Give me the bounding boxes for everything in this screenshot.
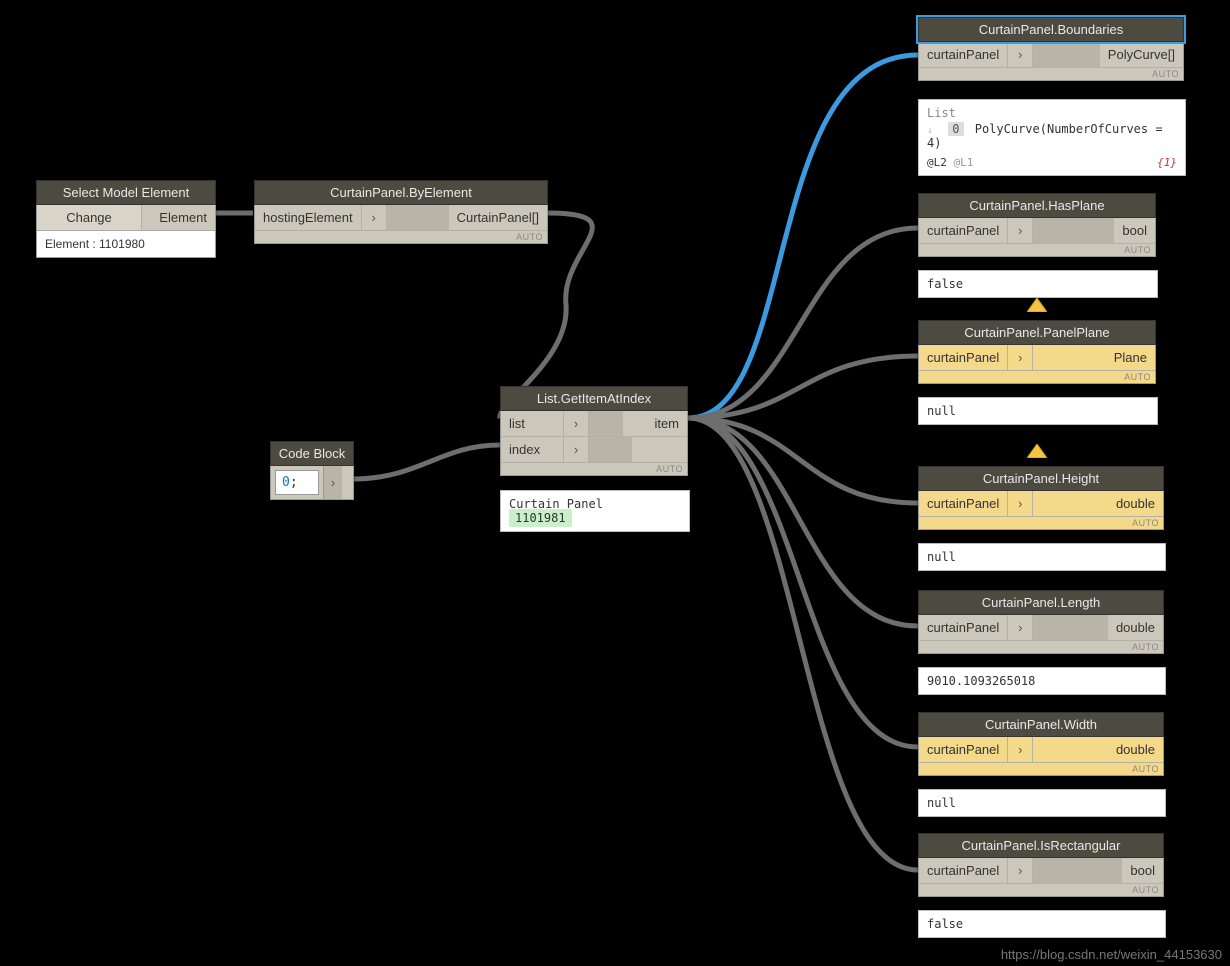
node-title: CurtainPanel.HasPlane [918,193,1156,218]
node-curtainpanel-byelement[interactable]: CurtainPanel.ByElement hostingElement › … [254,180,548,244]
preview-width: null [918,789,1166,817]
spacer [589,437,632,462]
node-title: CurtainPanel.ByElement [254,180,548,205]
output-port-plane[interactable]: Plane [1106,345,1155,370]
preview-panelplane: null [918,397,1158,425]
node-curtainpanel-panelplane[interactable]: CurtainPanel.PanelPlane curtainPanel › P… [918,320,1156,384]
preview-hasplane: false [918,270,1158,298]
lacing-auto: AUTO [919,883,1163,896]
chevron-right-icon[interactable]: › [564,411,589,436]
preview-list-head: List [927,106,1177,120]
input-port-list[interactable]: list [501,411,564,436]
spacer [387,205,449,230]
input-port-curtainpanel[interactable]: curtainPanel [919,42,1008,67]
output-port-double[interactable]: double [1108,615,1163,640]
node-title: CurtainPanel.PanelPlane [918,320,1156,345]
input-port-curtainpanel[interactable]: curtainPanel [919,615,1008,640]
input-port-curtainpanel[interactable]: curtainPanel [919,491,1008,516]
preview-height: null [918,543,1166,571]
node-title: List.GetItemAtIndex [500,386,688,411]
node-title: CurtainPanel.IsRectangular [918,833,1164,858]
node-curtainpanel-boundaries[interactable]: CurtainPanel.Boundaries curtainPanel › P… [918,17,1184,81]
warning-icon [1027,298,1047,312]
level-l1: @L1 [954,156,974,169]
chevron-right-icon[interactable]: › [1008,491,1033,516]
node-curtainpanel-isrectangular[interactable]: CurtainPanel.IsRectangular curtainPanel … [918,833,1164,897]
output-port-element[interactable]: Element [142,205,215,230]
code-input[interactable]: 0; [275,470,319,495]
lacing-auto: AUTO [255,230,547,243]
node-title: CurtainPanel.Width [918,712,1164,737]
chevron-right-icon[interactable]: › [1008,218,1033,243]
node-title: CurtainPanel.Height [918,466,1164,491]
chevron-right-icon[interactable]: › [362,205,387,230]
input-port-index[interactable]: index [501,437,564,462]
lacing-auto: AUTO [919,516,1163,529]
element-info: Element : 1101980 [37,230,215,257]
node-list-getitematindex[interactable]: List.GetItemAtIndex list › item index › … [500,386,688,476]
preview-getitem: Curtain Panel 1101981 [500,490,690,532]
lacing-auto: AUTO [919,243,1155,256]
output-port-curtainpanel[interactable]: CurtainPanel[] [449,205,547,230]
node-code-block[interactable]: Code Block 0; › [270,441,354,500]
list-index: 0 [948,122,963,136]
output-port-bool[interactable]: bool [1122,858,1163,883]
chevron-right-icon[interactable]: › [1008,345,1033,370]
node-title: CurtainPanel.Length [918,590,1164,615]
preview-boundaries: List ↓ 0 PolyCurve(NumberOfCurves = 4) @… [918,99,1186,176]
output-port-double[interactable]: double [1108,737,1163,762]
level-l2: @L2 [927,156,947,169]
node-curtainpanel-hasplane[interactable]: CurtainPanel.HasPlane curtainPanel › boo… [918,193,1156,257]
output-port-bool[interactable]: bool [1114,218,1155,243]
chevron-right-icon[interactable]: › [564,437,589,462]
list-count: {1} [1157,156,1177,169]
watermark: https://blog.csdn.net/weixin_44153630 [1001,947,1222,962]
change-button[interactable]: Change [37,205,142,230]
preview-length: 9010.1093265018 [918,667,1166,695]
node-title: Code Block [270,441,354,466]
output-port[interactable]: › [323,466,342,499]
input-port-curtainpanel[interactable]: curtainPanel [919,345,1008,370]
node-curtainpanel-length[interactable]: CurtainPanel.Length curtainPanel › doubl… [918,590,1164,654]
node-title: CurtainPanel.Boundaries [918,17,1184,42]
preview-isrect: false [918,910,1166,938]
spacer [589,411,623,436]
chevron-right-icon[interactable]: › [1008,42,1033,67]
tree-arrow-icon: ↓ [927,125,933,136]
lacing-auto: AUTO [501,462,687,475]
node-curtainpanel-height[interactable]: CurtainPanel.Height curtainPanel › doubl… [918,466,1164,530]
output-port-polycurve[interactable]: PolyCurve[] [1100,42,1183,67]
input-port-curtainpanel[interactable]: curtainPanel [919,858,1008,883]
output-port-double[interactable]: double [1108,491,1163,516]
lacing-auto: AUTO [919,640,1163,653]
input-port-curtainpanel[interactable]: curtainPanel [919,737,1008,762]
node-curtainpanel-width[interactable]: CurtainPanel.Width curtainPanel › double… [918,712,1164,776]
lacing-auto: AUTO [919,370,1155,383]
output-port-item[interactable]: item [623,411,687,436]
chevron-right-icon[interactable]: › [1008,615,1033,640]
chevron-right-icon[interactable]: › [1008,737,1033,762]
input-port-hostingelement[interactable]: hostingElement [255,205,362,230]
lacing-auto: AUTO [919,762,1163,775]
warning-icon [1027,444,1047,458]
node-title: Select Model Element [36,180,216,205]
input-port-curtainpanel[interactable]: curtainPanel [919,218,1008,243]
preview-value: 1101981 [509,509,572,527]
lacing-auto: AUTO [919,67,1183,80]
node-select-model-element[interactable]: Select Model Element Change Element Elem… [36,180,216,258]
chevron-right-icon[interactable]: › [1008,858,1033,883]
